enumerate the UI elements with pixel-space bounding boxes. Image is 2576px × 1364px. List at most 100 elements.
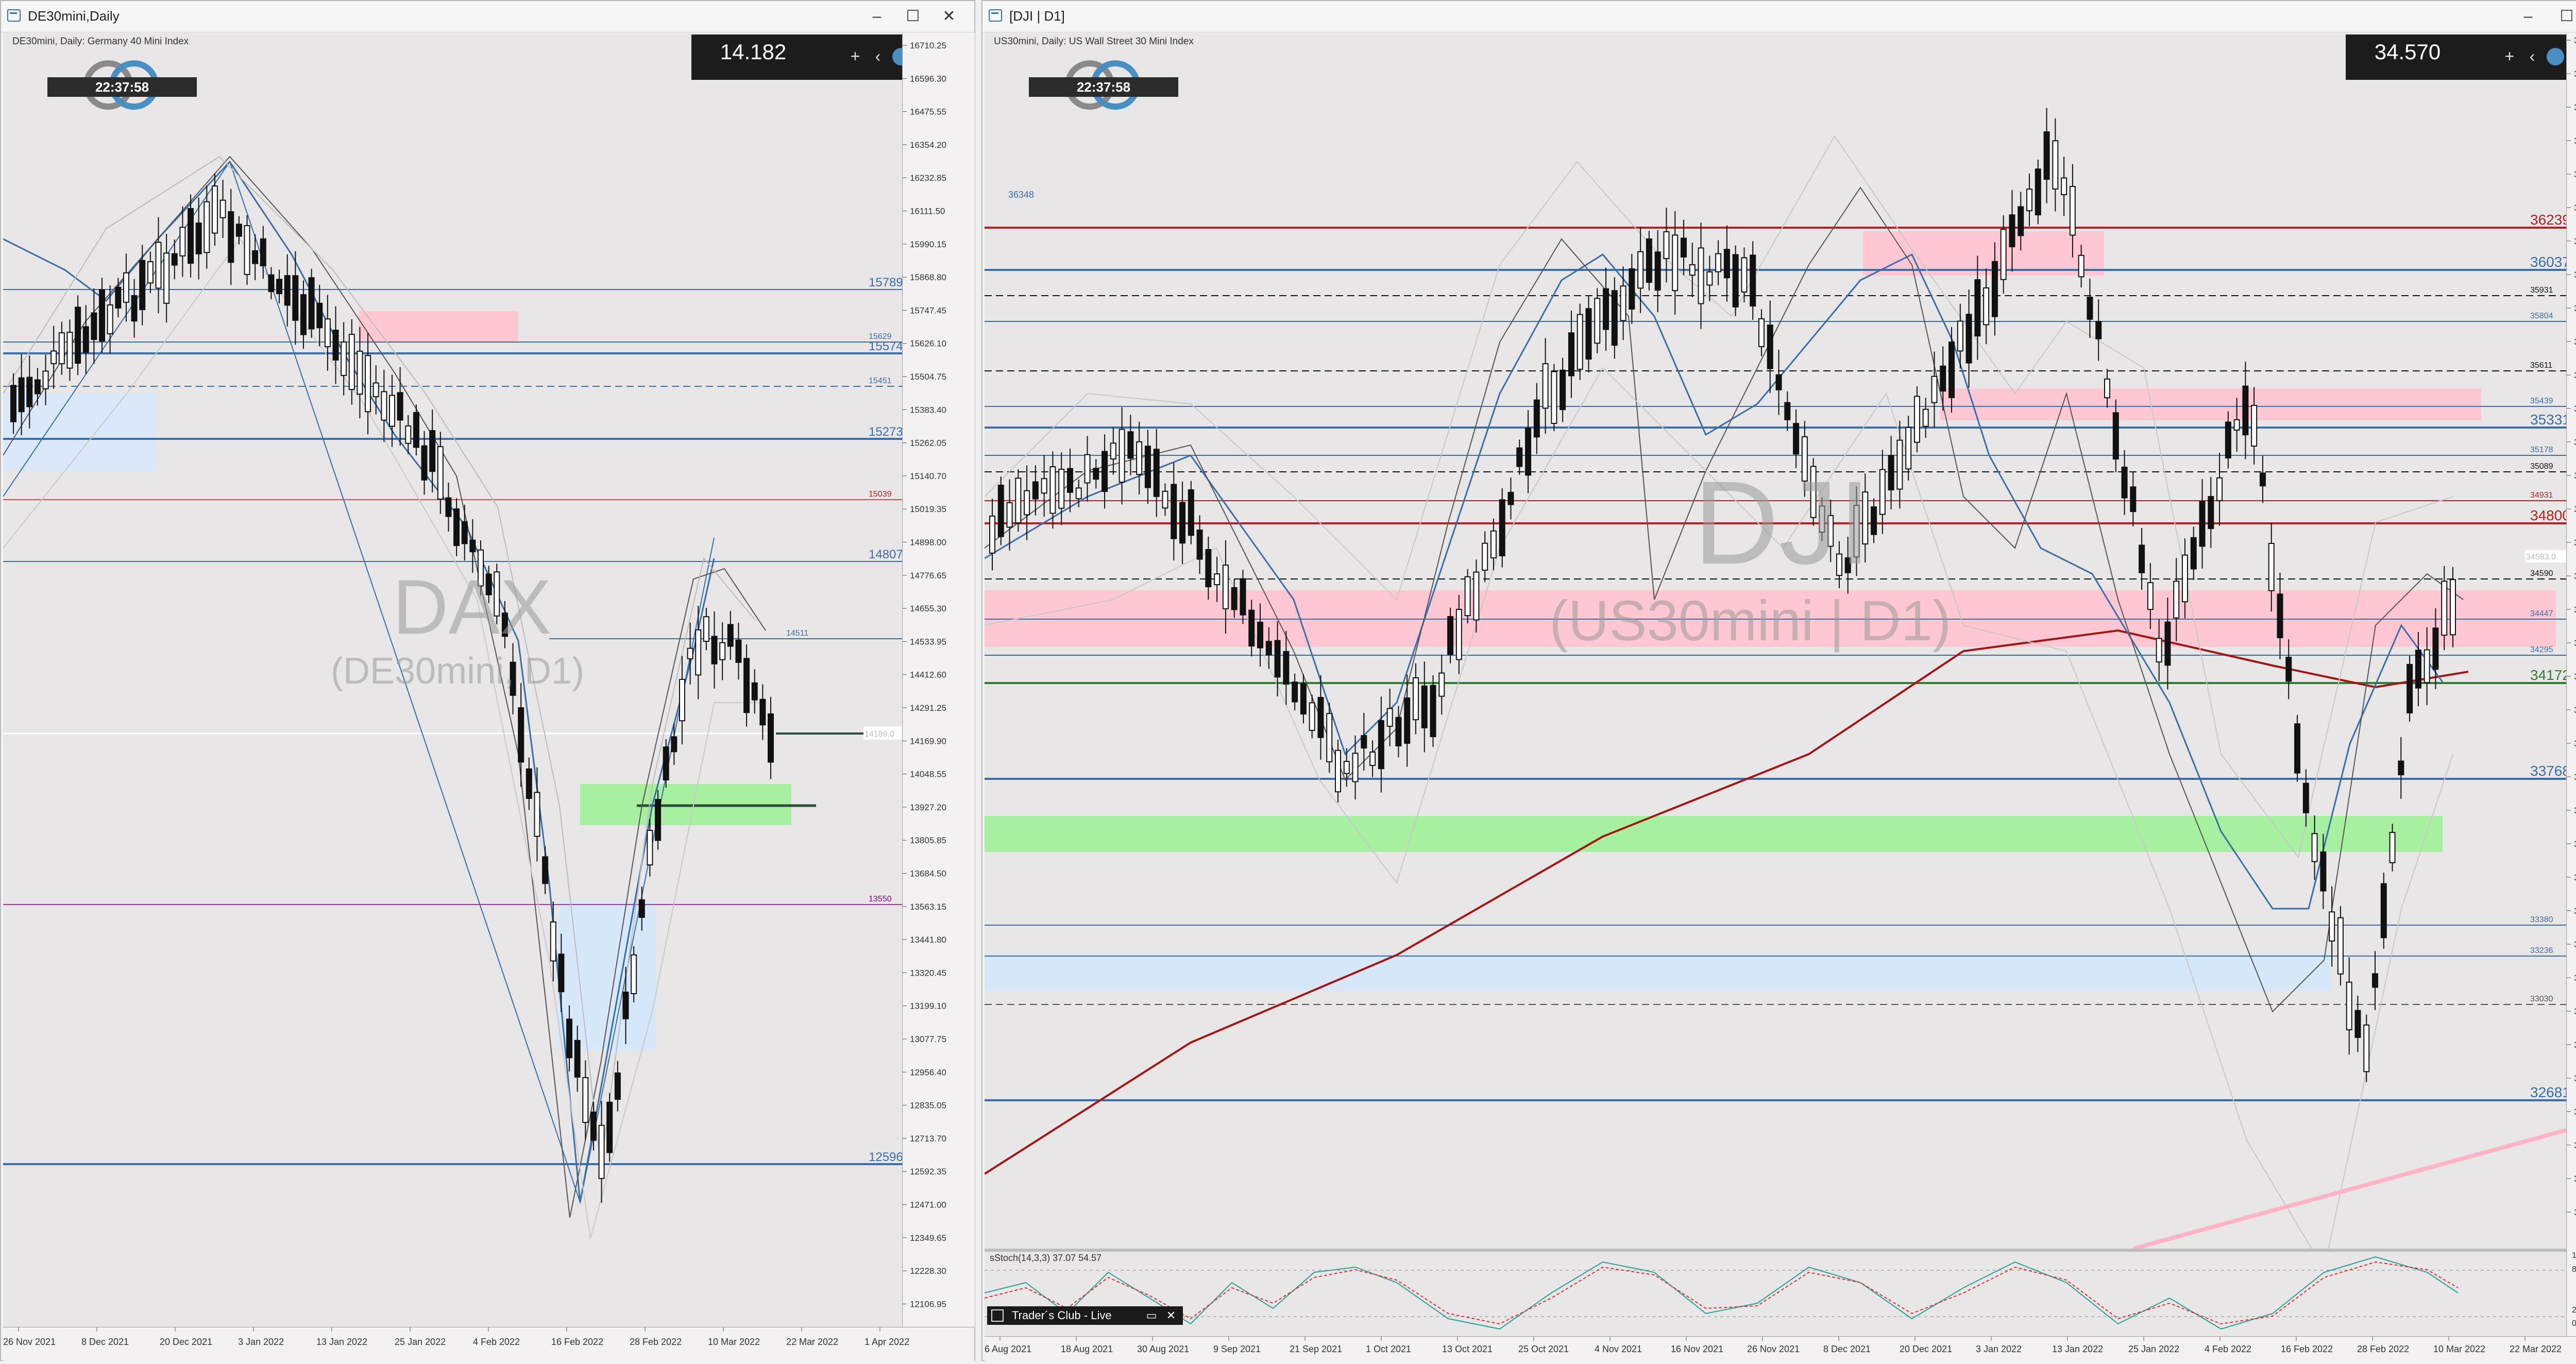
maximize-button[interactable]: ☐ xyxy=(897,5,928,28)
price-tick-label: 34686.00 xyxy=(2574,605,2576,615)
candle xyxy=(1793,423,1800,455)
close-panel-button[interactable]: ✕ xyxy=(1163,1306,1179,1325)
candle xyxy=(1473,571,1480,621)
candle xyxy=(2208,496,2214,530)
candle xyxy=(1499,499,1505,557)
date-tick-label: 25 Jan 2022 xyxy=(2128,1344,2179,1354)
candle xyxy=(1758,318,1765,347)
plus-button[interactable]: + xyxy=(846,47,865,65)
level-label: 15789 xyxy=(869,276,902,289)
price-tick-label: 13684.50 xyxy=(910,869,946,879)
minimize-button[interactable]: – xyxy=(2513,5,2544,28)
candle xyxy=(1162,490,1168,509)
stochastic-k-line xyxy=(984,1256,2459,1330)
stochastic-chart[interactable] xyxy=(984,1252,2566,1336)
candle xyxy=(1171,484,1177,539)
candle xyxy=(365,355,371,413)
traders-club-live-panel[interactable]: Trader´s Club - Live ▭ ✕ xyxy=(987,1306,1183,1325)
candle xyxy=(292,275,299,321)
candle xyxy=(268,274,275,292)
candle xyxy=(1283,651,1290,685)
candle xyxy=(1603,288,1609,330)
candle xyxy=(195,223,202,254)
candle xyxy=(348,334,355,390)
dax-chart-window[interactable]: DE30mini,Daily – ☐ ✕ 15789 15629 15574 1545… xyxy=(0,0,975,1361)
candle xyxy=(1093,468,1099,480)
dji-chart-window[interactable]: [DJI | D1] – ☐ ✕ 36239 36037 35931 35804 356… xyxy=(981,0,2576,1361)
price-tick-label: 12349.65 xyxy=(910,1233,946,1243)
candle xyxy=(2112,412,2119,460)
level-label: 35931 xyxy=(2530,286,2553,295)
price-tick-label: 33642.00 xyxy=(2574,873,2576,882)
dji-price-axis[interactable]: 36904.70 36774.00 36643.30 36513.20 36382.55… xyxy=(2566,33,2576,1249)
status-dot-icon[interactable] xyxy=(2547,48,2564,65)
date-tick-label: 13 Oct 2021 xyxy=(1442,1344,1493,1354)
stoch-tick-label: 80.00 xyxy=(2572,1265,2576,1274)
minimize-button[interactable]: – xyxy=(861,5,892,28)
candle xyxy=(1024,490,1030,516)
price-tick-label: 15747.45 xyxy=(910,305,946,315)
candle xyxy=(1974,279,1981,337)
candle xyxy=(421,445,428,481)
date-tick-label: 30 Aug 2021 xyxy=(1137,1344,1189,1354)
candle xyxy=(2259,472,2266,487)
candle xyxy=(518,707,524,763)
candle xyxy=(1421,685,1428,728)
candle xyxy=(26,377,33,407)
dji-window-title: [DJI | D1] xyxy=(1009,8,1065,24)
stochastic-axis[interactable]: 100.00 80.00 20.00 0.00 xyxy=(2566,1249,2576,1336)
candle xyxy=(1430,685,1436,738)
candle xyxy=(1723,249,1730,279)
candle xyxy=(75,306,81,364)
candle xyxy=(2069,186,2076,236)
dax-price-axis[interactable]: 16710.25 16596.30 16475.55 16354.20 16232.85… xyxy=(902,33,975,1327)
date-tick-label: 22 Mar 2022 xyxy=(2510,1344,2562,1354)
arrow-left-icon[interactable]: ‹ xyxy=(2523,47,2541,65)
date-tick-label: 4 Feb 2022 xyxy=(2205,1344,2251,1354)
maximize-button[interactable]: ☐ xyxy=(2551,5,2576,28)
stochastic-panel[interactable] xyxy=(984,1249,2566,1339)
dji-date-axis[interactable]: 6 Aug 2021 18 Aug 2021 30 Aug 2021 9 Sep 20… xyxy=(985,1336,2576,1361)
date-tick-label: 10 Mar 2022 xyxy=(708,1337,760,1347)
candle xyxy=(606,1101,613,1153)
arrow-left-icon[interactable]: ‹ xyxy=(869,47,887,65)
price-tick-label: 32337.00 xyxy=(2574,1207,2576,1217)
candle xyxy=(1144,446,1151,488)
candle xyxy=(1629,268,1635,310)
server-clock: 22:37:58 xyxy=(1029,77,1178,97)
candle xyxy=(1577,314,1583,370)
candle xyxy=(2380,883,2387,939)
price-tick-label: 36121.50 xyxy=(2574,236,2576,246)
dax-window-titlebar[interactable]: DE30mini,Daily – ☐ ✕ xyxy=(1,1,974,32)
price-tick-label: 12471.00 xyxy=(910,1200,946,1210)
candle xyxy=(2130,486,2137,513)
candle xyxy=(2139,544,2145,573)
candle xyxy=(598,1124,605,1179)
candle xyxy=(687,647,693,659)
candle xyxy=(204,201,210,253)
dax-window-title: DE30mini,Daily xyxy=(28,8,120,24)
candle xyxy=(50,350,57,364)
price-ticker[interactable]: 14.182 + ‹ xyxy=(691,35,918,80)
close-button[interactable]: ✕ xyxy=(934,5,964,28)
candle xyxy=(228,211,234,263)
candle xyxy=(1136,441,1143,475)
restore-button[interactable]: ▭ xyxy=(1144,1306,1159,1325)
dax-date-axis[interactable]: 26 Nov 2021 8 Dec 2021 20 Dec 2021 3 Jan 20… xyxy=(3,1327,974,1361)
price-tick-label: 13927.20 xyxy=(910,803,946,812)
price-tick-label: 36513.20 xyxy=(2574,136,2576,146)
candle xyxy=(638,899,645,918)
candle xyxy=(461,521,468,544)
price-tick-label: 14898.00 xyxy=(910,538,946,548)
plus-button[interactable]: + xyxy=(2500,47,2519,65)
blue-zone xyxy=(3,394,158,471)
dji-window-titlebar[interactable]: [DJI | D1] – ☐ ✕ xyxy=(982,1,2576,32)
price-ticker[interactable]: 34.570 + ‹ xyxy=(2346,35,2570,80)
candle xyxy=(751,682,758,701)
candle xyxy=(1300,683,1307,715)
candle xyxy=(695,629,702,676)
price-tick-label: 33511.50 xyxy=(2574,906,2576,916)
candle xyxy=(1715,253,1722,272)
price-tick-label: 15262.05 xyxy=(910,438,946,448)
candle xyxy=(2329,911,2335,942)
